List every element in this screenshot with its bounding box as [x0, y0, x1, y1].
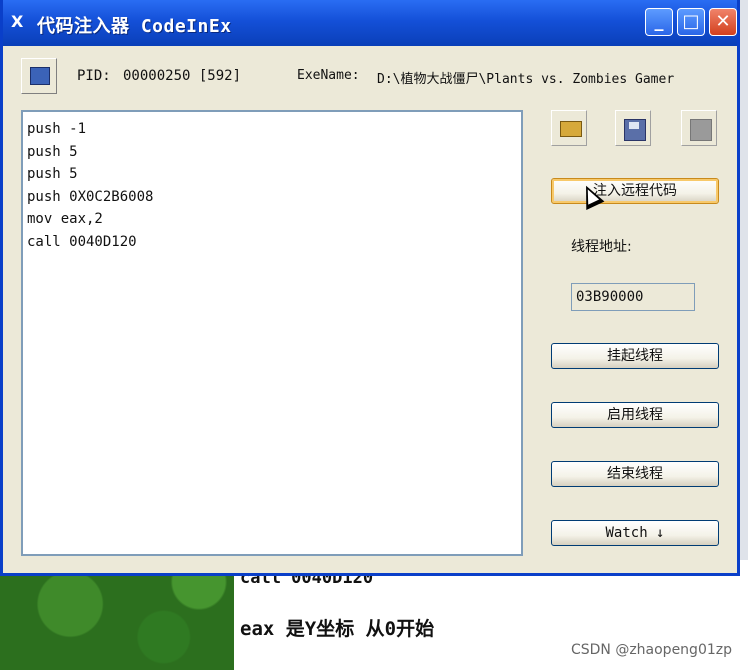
- stop-button[interactable]: [681, 110, 717, 146]
- save-file-button[interactable]: [615, 110, 651, 146]
- background-note: eax 是Y坐标 从0开始: [240, 618, 435, 640]
- process-icon: [30, 67, 50, 85]
- background-edge: [740, 0, 748, 560]
- code-line: push 5: [27, 143, 78, 160]
- watch-button[interactable]: Watch ↓: [551, 520, 719, 546]
- codeinex-window: X 代码注入器 CodeInEx _ □ ✕ PID: 00000250 [59…: [0, 0, 740, 576]
- asm-code-editor[interactable]: push -1 push 5 push 5 push 0X0C2B6008 mo…: [21, 110, 523, 556]
- open-file-button[interactable]: [551, 110, 587, 146]
- save-disk-icon: [624, 119, 646, 141]
- inject-code-button[interactable]: 注入远程代码: [551, 178, 719, 204]
- code-line: push -1: [27, 121, 87, 137]
- code-line: mov eax,2: [27, 211, 103, 227]
- minimize-button[interactable]: _: [645, 8, 673, 36]
- watermark: CSDN @zhaopeng01zp: [570, 642, 732, 658]
- code-line: push 5: [27, 166, 78, 182]
- exe-name-label: ExeName:: [297, 68, 360, 83]
- thread-address-label: 线程地址:: [571, 239, 632, 255]
- thread-address-field[interactable]: 03B90000: [571, 283, 695, 311]
- code-line: push 0X0C2B6008: [27, 188, 154, 205]
- app-icon: X: [11, 12, 24, 31]
- pid-label: PID:: [77, 68, 111, 84]
- folder-open-icon: [560, 121, 582, 137]
- window-title: 代码注入器 CodeInEx: [37, 16, 232, 37]
- terminate-thread-button[interactable]: 结束线程: [551, 461, 719, 487]
- select-process-button[interactable]: [21, 58, 57, 94]
- suspend-thread-button[interactable]: 挂起线程: [551, 343, 719, 369]
- game-background: [0, 560, 234, 670]
- stop-icon: [690, 119, 712, 141]
- close-button[interactable]: ✕: [709, 8, 737, 36]
- maximize-button[interactable]: □: [677, 8, 705, 36]
- pid-value: 00000250 [592]: [123, 68, 242, 84]
- resume-thread-button[interactable]: 启用线程: [551, 402, 719, 428]
- title-bar[interactable]: X 代码注入器 CodeInEx _ □ ✕: [3, 0, 737, 46]
- exe-name-value: D:\植物大战僵尸\Plants vs. Zombies Gamer: [377, 72, 675, 87]
- code-line: call 0040D120: [27, 233, 137, 250]
